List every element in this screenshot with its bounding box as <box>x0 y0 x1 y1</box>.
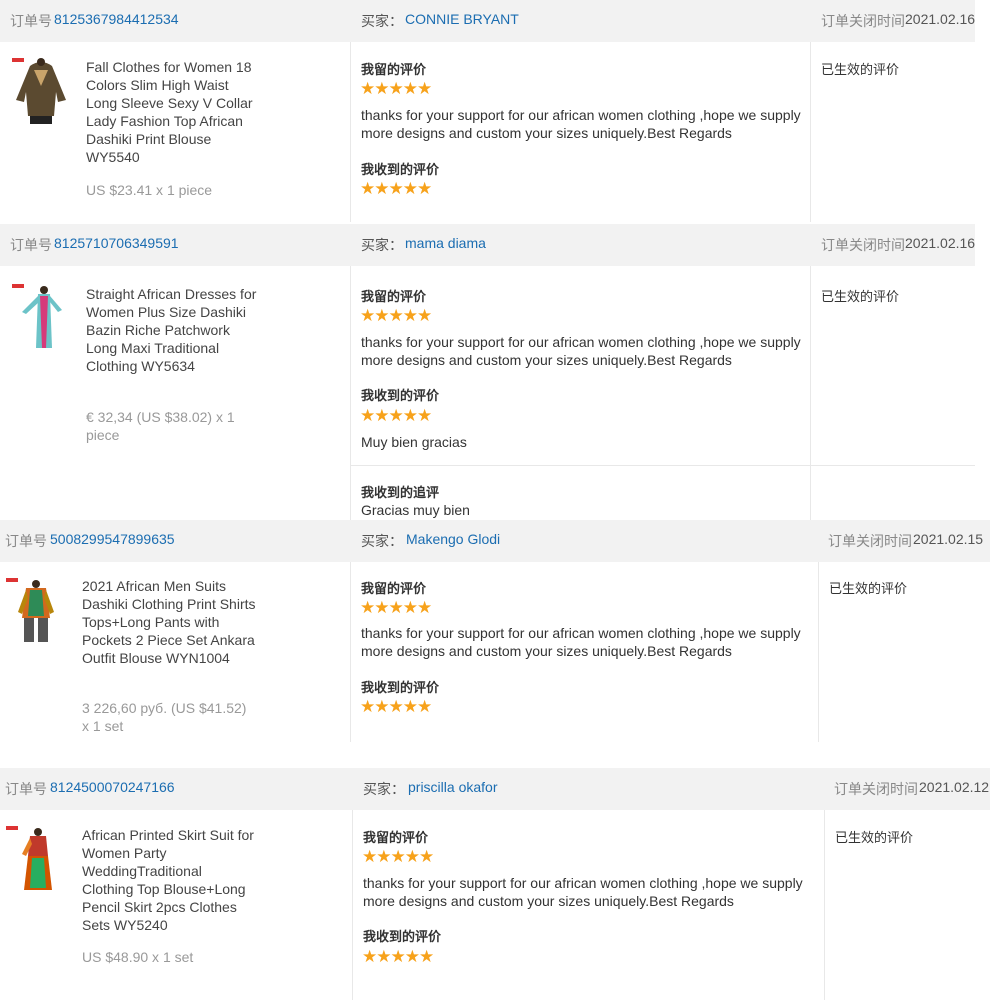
buyer-label: 买家： <box>361 13 403 29</box>
column-divider <box>810 266 811 522</box>
my-feedback-title: 我留的评价 <box>361 581 427 596</box>
my-feedback-text: thanks for your support for our african … <box>363 875 803 909</box>
closed-date: 2021.02.16 <box>905 235 976 251</box>
product-thumbnail[interactable] <box>6 576 64 646</box>
my-feedback-text: thanks for your support for our african … <box>361 107 801 141</box>
column-divider <box>818 562 819 742</box>
product-price: € 32,34 (US $38.02) x 1 piece <box>86 409 235 443</box>
product-title-link[interactable]: African Printed Skirt Suit for Women Par… <box>82 826 257 934</box>
product-price: US $48.90 x 1 set <box>82 949 194 965</box>
my-feedback-stars: ★★★★★ <box>362 847 434 866</box>
closed-date: 2021.02.16 <box>905 11 976 27</box>
received-feedback-stars: ★★★★★ <box>360 697 432 716</box>
buyer-link[interactable]: priscilla okafor <box>408 779 497 795</box>
feedback-status: 已生效的评价 <box>835 830 914 845</box>
received-followup-text: Gracias muy bien <box>361 502 470 518</box>
order-number-link[interactable]: 8125367984412534 <box>54 11 179 27</box>
buyer-label: 买家： <box>363 781 405 797</box>
product-title-link[interactable]: Fall Clothes for Women 18 Colors Slim Hi… <box>86 58 261 166</box>
order-number-label: 订单号 <box>5 533 47 549</box>
product-price: US $23.41 x 1 piece <box>86 182 213 198</box>
order-card: 订单号 5008299547899635 买家： Makengo Glodi 订… <box>0 520 990 742</box>
order-number-link[interactable]: 5008299547899635 <box>50 531 175 547</box>
my-feedback-title: 我留的评价 <box>363 830 429 845</box>
order-header: 订单号 8124500070247166 买家： priscilla okafo… <box>0 768 990 810</box>
closed-time-label: 订单关闭时间 <box>834 781 918 797</box>
feedback-status: 已生效的评价 <box>821 289 900 304</box>
closed-date: 2021.02.12 <box>919 779 990 795</box>
order-card: 订单号 8124500070247166 买家： priscilla okafo… <box>0 768 990 1000</box>
received-feedback-title: 我收到的评价 <box>361 680 440 695</box>
row-divider <box>350 465 975 466</box>
order-card: 订单号 8125367984412534 买家： CONNIE BRYANT 订… <box>0 0 975 222</box>
order-header: 订单号 8125367984412534 买家： CONNIE BRYANT 订… <box>0 0 975 42</box>
my-feedback-title: 我留的评价 <box>361 62 427 77</box>
feedback-status: 已生效的评价 <box>821 62 900 77</box>
feedback-status: 已生效的评价 <box>829 581 908 596</box>
order-number-link[interactable]: 8125710706349591 <box>54 235 179 251</box>
order-header: 订单号 5008299547899635 买家： Makengo Glodi 订… <box>0 520 990 562</box>
my-feedback-title: 我留的评价 <box>361 289 427 304</box>
received-feedback-stars: ★★★★★ <box>362 947 434 966</box>
received-feedback-title: 我收到的评价 <box>361 388 440 403</box>
received-feedback-stars: ★★★★★ <box>360 179 432 198</box>
column-divider <box>824 810 825 1000</box>
buyer-link[interactable]: Makengo Glodi <box>406 531 500 547</box>
received-feedback-title: 我收到的评价 <box>363 929 442 944</box>
received-feedback-comment: Muy bien gracias <box>361 434 467 450</box>
product-thumbnail[interactable] <box>12 282 70 352</box>
product-title-link[interactable]: 2021 African Men Suits Dashiki Clothing … <box>82 577 257 667</box>
column-divider <box>350 266 351 522</box>
buyer-link[interactable]: CONNIE BRYANT <box>405 11 519 27</box>
buyer-link[interactable]: mama diama <box>405 235 486 251</box>
received-feedback-title: 我收到的评价 <box>361 162 440 177</box>
order-number-label: 订单号 <box>10 237 52 253</box>
order-number-label: 订单号 <box>5 781 47 797</box>
column-divider <box>350 42 351 222</box>
order-number-link[interactable]: 8124500070247166 <box>50 779 175 795</box>
closed-time-label: 订单关闭时间 <box>828 533 912 549</box>
received-followup-title: 我收到的追评 <box>361 485 440 500</box>
my-feedback-stars: ★★★★★ <box>360 306 432 325</box>
closed-time-label: 订单关闭时间 <box>821 13 905 29</box>
my-feedback-text: thanks for your support for our african … <box>361 334 801 368</box>
column-divider <box>810 42 811 222</box>
my-feedback-text: thanks for your support for our african … <box>361 625 801 659</box>
order-number-label: 订单号 <box>10 13 52 29</box>
my-feedback-stars: ★★★★★ <box>360 79 432 98</box>
order-card: 订单号 8125710706349591 买家： mama diama 订单关闭… <box>0 224 975 522</box>
closed-date: 2021.02.15 <box>913 531 984 547</box>
product-thumbnail[interactable] <box>6 824 64 894</box>
closed-time-label: 订单关闭时间 <box>821 237 905 253</box>
product-title-link[interactable]: Straight African Dresses for Women Plus … <box>86 285 261 375</box>
order-header: 订单号 8125710706349591 买家： mama diama 订单关闭… <box>0 224 975 266</box>
buyer-label: 买家： <box>361 237 403 253</box>
my-feedback-stars: ★★★★★ <box>360 598 432 617</box>
received-feedback-stars: ★★★★★ <box>360 406 432 425</box>
column-divider <box>352 810 353 1000</box>
product-price: 3 226,60 руб. (US $41.52) x 1 set <box>82 700 247 734</box>
product-thumbnail[interactable] <box>12 56 70 126</box>
column-divider <box>350 562 351 742</box>
buyer-label: 买家： <box>361 533 403 549</box>
